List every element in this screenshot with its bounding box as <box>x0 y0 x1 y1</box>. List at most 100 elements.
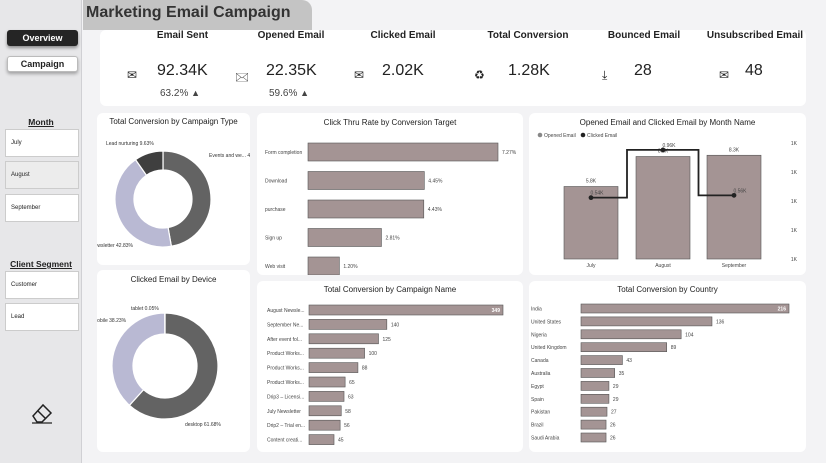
category-label: India <box>531 307 542 313</box>
triangle-up-icon: ▲ <box>191 88 201 98</box>
category-label: Brazil <box>531 423 544 429</box>
value-label: 5.8K <box>586 179 597 185</box>
bar <box>308 419 341 431</box>
slicer-item-september[interactable]: September <box>5 194 79 222</box>
category-label: August <box>655 263 671 269</box>
bar <box>580 368 616 378</box>
bar <box>706 154 762 260</box>
kpi-total-conversion: Total Conversion ♻ 1.28K <box>465 2 591 104</box>
category-label: purchase <box>265 207 286 213</box>
category-label: Spain <box>531 397 544 403</box>
kpi-title: Total Conversion <box>487 30 569 41</box>
value-label: 104 <box>685 332 694 338</box>
unsubscribe-icon: ✉ <box>719 68 730 82</box>
device-donut: desktop 61.68% mobile 38.23% tablet 0.05% <box>97 306 221 428</box>
category-label: Nigeria <box>531 332 547 338</box>
bar <box>580 432 607 443</box>
value-label: 8.3K <box>729 147 740 153</box>
value-label: 0.56K <box>733 188 747 194</box>
kpi-value: 1.28K <box>508 62 550 79</box>
value-label: 216 <box>778 307 787 313</box>
bar <box>308 347 365 359</box>
donut-slice <box>111 312 166 407</box>
bar <box>308 333 379 345</box>
slice-label: tablet 0.05% <box>131 306 159 312</box>
slicer-item-august[interactable]: August <box>5 161 79 189</box>
ctr-card: Click Thru Rate by Conversion Target For… <box>257 113 523 275</box>
value-label: 88 <box>362 366 368 372</box>
category-label: Australia <box>531 371 551 377</box>
value-label: 2.81% <box>385 236 400 242</box>
segment-slicer-title: Client Segment <box>10 259 72 269</box>
kpi-clicked-email: Clicked Email ✉ 2.02K <box>343 2 463 104</box>
month-combo-chart: Opened Email Clicked Email 1K 1K 1K 1K 1K 5.8K J… <box>537 132 798 269</box>
month-card: Opened Email and Clicked Email by Month … <box>529 113 806 275</box>
category-label: Form completion <box>265 150 302 156</box>
envelope-icon: ✉ <box>127 68 138 82</box>
campaign-type-donut: Events and we... 46.91% Newsletter 42.83%… <box>97 141 250 249</box>
value-label: 100 <box>369 351 378 357</box>
value-label: 65 <box>349 380 355 386</box>
legend-marker <box>580 132 586 138</box>
slicer-item-label: August <box>11 172 30 178</box>
category-label: Pakistan <box>531 410 550 416</box>
value-label: 43 <box>626 358 632 364</box>
slicer-item-lead[interactable]: Lead <box>5 303 79 331</box>
category-label: September Ne... <box>267 322 303 328</box>
slice-label: Events and we... 46.91% <box>209 153 250 159</box>
eraser-icon[interactable] <box>30 402 54 424</box>
slicer-item-customer[interactable]: Customer <box>5 271 79 299</box>
bar <box>307 142 499 162</box>
bar <box>580 316 713 327</box>
value-label: 7.27% <box>502 150 517 156</box>
value-label: 0.96K <box>662 143 676 149</box>
value-label: 29 <box>613 397 619 403</box>
value-label: 63 <box>348 394 354 400</box>
bar <box>308 434 335 445</box>
value-label: 58 <box>345 409 351 415</box>
overview-button[interactable]: Overview <box>7 30 78 46</box>
bar <box>580 394 610 404</box>
slice-label: desktop 61.68% <box>185 422 221 428</box>
slicer-item-july[interactable]: July <box>5 129 79 157</box>
ctr-bar-chart: Form completion 7.27% Download 4.45% purchas… <box>265 142 517 275</box>
value-label: 56 <box>344 423 350 429</box>
bar <box>580 303 790 314</box>
bounce-icon: ⤓ <box>602 68 608 82</box>
kpi-title: Unsubscribed Email <box>706 30 804 41</box>
axis-tick: 1K <box>791 170 798 176</box>
bar <box>307 256 340 275</box>
category-label: Product Works... <box>267 380 304 386</box>
kpi-title: Clicked Email <box>370 30 436 41</box>
kpi-opened-email: Opened Email 🖂 22.35K 59.6% ▲ <box>230 2 352 104</box>
slicer-item-label: July <box>11 140 22 146</box>
bar <box>307 171 425 190</box>
axis-tick: 1K <box>791 141 798 147</box>
category-label: United States <box>531 319 562 325</box>
kpi-title: Bounced Email <box>607 30 681 41</box>
value-label: 45 <box>338 438 344 444</box>
kpi-value: 28 <box>634 62 652 79</box>
bar <box>308 304 504 316</box>
bar <box>580 406 608 417</box>
campaign-button[interactable]: Campaign <box>7 56 78 72</box>
axis-tick: 1K <box>791 199 798 205</box>
value-label: 26 <box>610 436 616 442</box>
category-label: July <box>587 263 596 269</box>
category-label: Download <box>265 179 287 185</box>
kpi-pct: 63.2% ▲ <box>160 88 200 99</box>
value-label: 4.43% <box>428 207 443 213</box>
category-label: Sign up <box>265 236 282 242</box>
campaign-name-card: Total Conversion by Campaign Name August… <box>257 281 523 452</box>
bar <box>308 319 388 330</box>
category-label: Product Works... <box>267 366 304 372</box>
kpi-value: 2.02K <box>382 62 424 79</box>
category-label: Saudi Arabia <box>531 436 560 442</box>
kpi-unsubscribed-email: Unsubscribed Email ✉ 48 <box>703 2 807 104</box>
kpi-pct-value: 63.2% <box>160 88 189 99</box>
bar <box>307 228 382 247</box>
category-label: Canada <box>531 358 549 364</box>
category-label: Product Works... <box>267 351 304 357</box>
bar <box>308 405 342 417</box>
value-label: 26 <box>610 423 616 429</box>
